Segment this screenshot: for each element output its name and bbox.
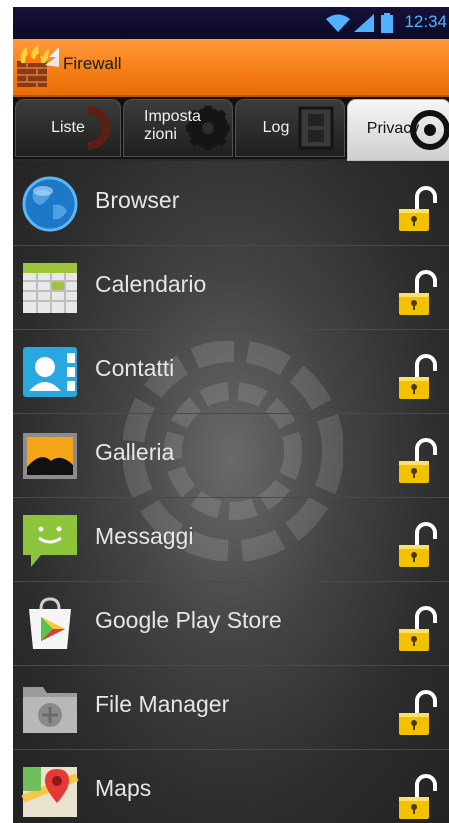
app-title: Firewall bbox=[63, 54, 122, 73]
folder-icon bbox=[23, 687, 77, 733]
battery-icon bbox=[381, 13, 393, 33]
unlocked-padlock-icon[interactable] bbox=[397, 521, 437, 571]
app-name-galleria: Galleria bbox=[95, 439, 175, 465]
unlocked-padlock-icon[interactable] bbox=[397, 437, 437, 487]
message-icon bbox=[23, 515, 77, 567]
tab-label-log: Log bbox=[262, 119, 290, 136]
app-name-calendario: Calendario bbox=[95, 271, 207, 297]
phone-screen: 12:34 Firewall Liste Imposta zioni Log P… bbox=[13, 7, 449, 823]
app-name-file-manager: File Manager bbox=[95, 691, 230, 717]
app-name-messaggi: Messaggi bbox=[95, 523, 194, 549]
wifi-icon bbox=[326, 14, 350, 32]
app-name-maps: Maps bbox=[95, 775, 152, 801]
list-item-file-manager[interactable]: File Manager bbox=[13, 665, 449, 750]
list-item-contatti[interactable]: Contatti bbox=[13, 329, 449, 414]
list-item-calendario[interactable]: Calendario bbox=[13, 245, 449, 330]
tab-bar: Liste Imposta zioni Log Privacy bbox=[13, 97, 449, 161]
unlocked-padlock-icon[interactable] bbox=[397, 605, 437, 655]
app-name-play-store: Google Play Store bbox=[95, 607, 282, 633]
firewall-brick-icon bbox=[17, 45, 59, 87]
unlocked-padlock-icon[interactable] bbox=[397, 689, 437, 739]
unlocked-padlock-icon[interactable] bbox=[397, 185, 437, 235]
tab-label-privacy: Privacy bbox=[366, 120, 420, 137]
title-bar: Firewall bbox=[13, 39, 449, 97]
tab-impostazioni[interactable]: Imposta zioni bbox=[123, 99, 233, 157]
app-name-contatti: Contatti bbox=[95, 355, 175, 381]
unlocked-padlock-icon[interactable] bbox=[397, 269, 437, 319]
list-item-galleria[interactable]: Galleria bbox=[13, 413, 449, 498]
app-name-browser: Browser bbox=[95, 187, 180, 213]
unlocked-padlock-icon[interactable] bbox=[397, 353, 437, 403]
play-store-icon bbox=[29, 597, 71, 649]
maps-icon bbox=[21, 767, 79, 817]
tab-label-liste: Liste bbox=[51, 119, 85, 136]
tab-log[interactable]: Log bbox=[235, 99, 345, 157]
gallery-icon bbox=[23, 433, 77, 479]
list-item-maps[interactable]: Maps bbox=[13, 749, 449, 823]
signal-icon bbox=[354, 14, 374, 32]
list-item-messaggi[interactable]: Messaggi bbox=[13, 497, 449, 582]
tab-label-impostazioni: Imposta zioni bbox=[144, 108, 201, 143]
list-item-browser[interactable]: Browser bbox=[13, 161, 449, 246]
app-list: Browser Calendario Contatti Galleria Mes… bbox=[13, 161, 449, 823]
tab-privacy[interactable]: Privacy bbox=[347, 99, 449, 161]
status-time: 12:34 bbox=[404, 12, 447, 31]
status-bar: 12:34 bbox=[13, 7, 449, 39]
tab-liste[interactable]: Liste bbox=[15, 99, 121, 157]
calendar-icon bbox=[23, 263, 77, 313]
unlocked-padlock-icon[interactable] bbox=[397, 773, 437, 823]
list-item-play-store[interactable]: Google Play Store bbox=[13, 581, 449, 666]
contacts-icon bbox=[23, 347, 77, 397]
globe-icon bbox=[22, 176, 78, 232]
